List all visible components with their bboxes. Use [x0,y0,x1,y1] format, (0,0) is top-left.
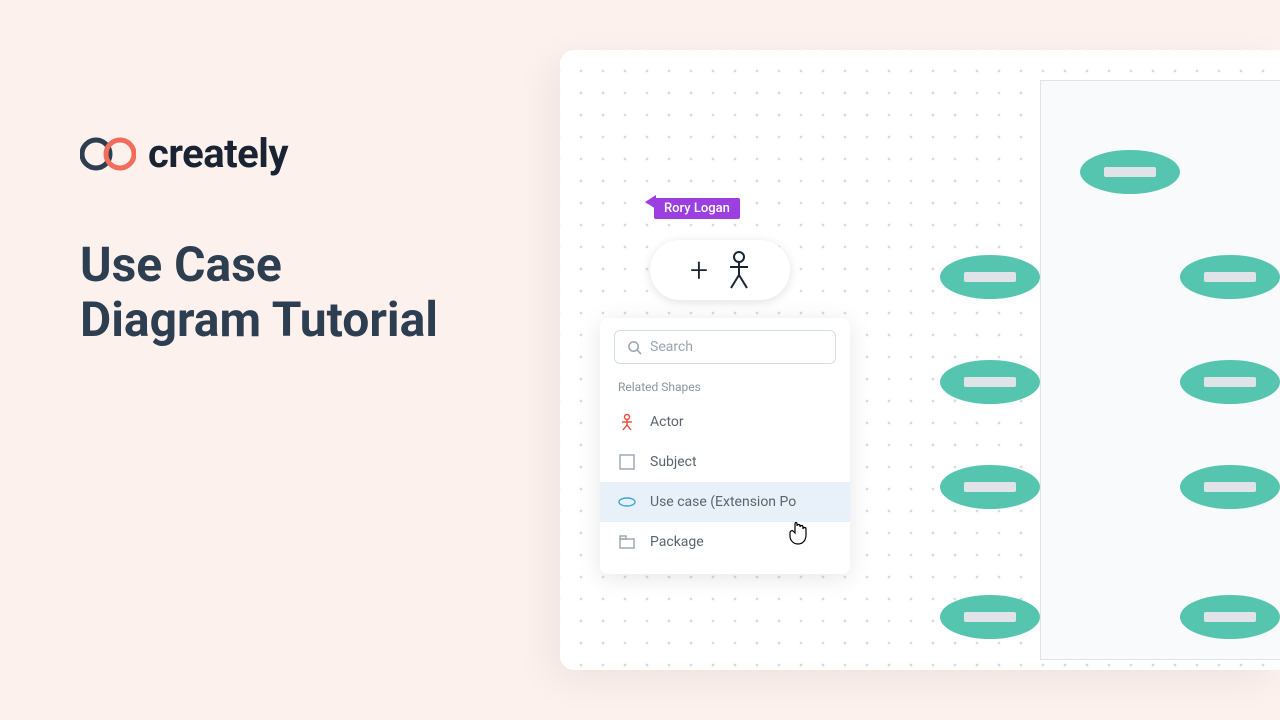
shape-label: Use case (Extension Po [650,494,796,510]
shape-label: Subject [650,454,697,470]
node-label-placeholder [964,482,1016,492]
search-placeholder: Search [650,339,693,355]
shape-label: Actor [650,414,684,430]
shape-item-package[interactable]: Package [600,522,850,562]
shape-item-usecase[interactable]: Use case (Extension Po [600,482,850,522]
node-label-placeholder [1204,482,1256,492]
actor-small-icon [618,413,636,431]
search-icon [627,340,642,355]
package-icon [618,533,636,551]
usecase-node[interactable] [1180,595,1280,639]
usecase-node[interactable] [940,595,1040,639]
panel-section-label: Related Shapes [600,376,850,402]
usecase-node[interactable] [1080,150,1180,194]
actor-icon[interactable] [728,251,750,289]
add-shape-toolbar[interactable]: + [650,240,790,300]
diagram-canvas[interactable]: Rory Logan + Search Related Shapes Actor… [560,50,1280,670]
node-label-placeholder [964,272,1016,282]
collaborator-name: Rory Logan [654,198,740,219]
usecase-icon [618,493,636,511]
usecase-node[interactable] [940,360,1040,404]
usecase-node[interactable] [940,465,1040,509]
brand-name: creately [148,130,288,177]
usecase-node[interactable] [1180,255,1280,299]
pointer-hand-icon [788,522,808,546]
collaborator-cursor: Rory Logan [645,198,740,219]
shape-item-actor[interactable]: Actor [600,402,850,442]
node-label-placeholder [1204,612,1256,622]
shape-label: Package [650,534,704,550]
usecase-node[interactable] [1180,360,1280,404]
search-input[interactable]: Search [614,330,836,364]
shapes-panel: Search Related Shapes Actor Subject Use … [600,318,850,574]
node-label-placeholder [964,377,1016,387]
node-label-placeholder [1204,377,1256,387]
usecase-node[interactable] [1180,465,1280,509]
brand-logo: creately [80,130,540,177]
node-label-placeholder [1104,167,1156,177]
logo-icon [80,136,136,172]
node-label-placeholder [964,612,1016,622]
subject-icon [618,453,636,471]
node-label-placeholder [1204,272,1256,282]
plus-icon[interactable]: + [690,251,708,289]
shape-item-subject[interactable]: Subject [600,442,850,482]
page-title: Use CaseDiagram Tutorial [80,237,540,347]
usecase-node[interactable] [940,255,1040,299]
